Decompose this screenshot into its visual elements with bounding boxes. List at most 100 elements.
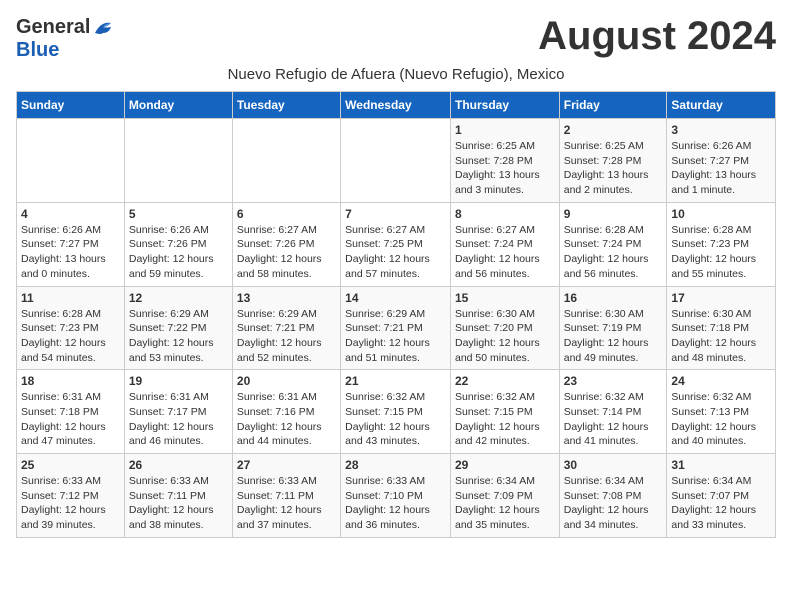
day-info: Sunrise: 6:34 AM Sunset: 7:09 PM Dayligh… [455,474,555,533]
calendar-cell: 9 Sunrise: 6:28 AM Sunset: 7:24 PM Daylig… [559,202,667,286]
day-number: 28 [345,458,446,472]
calendar-cell: 20 Sunrise: 6:31 AM Sunset: 7:16 PM Dayli… [232,370,340,454]
day-number: 14 [345,291,446,305]
day-info: Sunrise: 6:34 AM Sunset: 7:08 PM Dayligh… [564,474,663,533]
day-info: Sunrise: 6:33 AM Sunset: 7:11 PM Dayligh… [237,474,336,533]
day-number: 20 [237,374,336,388]
day-info: Sunrise: 6:32 AM Sunset: 7:15 PM Dayligh… [455,390,555,449]
calendar-cell: 1 Sunrise: 6:25 AM Sunset: 7:28 PM Daylig… [450,119,559,203]
calendar-cell [232,119,340,203]
calendar-cell: 5 Sunrise: 6:26 AM Sunset: 7:26 PM Daylig… [124,202,232,286]
calendar-week-4: 18 Sunrise: 6:31 AM Sunset: 7:18 PM Dayli… [17,370,776,454]
day-info: Sunrise: 6:29 AM Sunset: 7:22 PM Dayligh… [129,307,228,366]
day-number: 10 [671,207,771,221]
day-header-friday: Friday [559,92,667,119]
day-number: 21 [345,374,446,388]
calendar-cell: 25 Sunrise: 6:33 AM Sunset: 7:12 PM Dayli… [17,454,125,538]
calendar-cell: 28 Sunrise: 6:33 AM Sunset: 7:10 PM Dayli… [341,454,451,538]
day-number: 4 [21,207,120,221]
calendar-cell: 2 Sunrise: 6:25 AM Sunset: 7:28 PM Daylig… [559,119,667,203]
calendar-cell: 16 Sunrise: 6:30 AM Sunset: 7:19 PM Dayli… [559,286,667,370]
calendar-cell: 27Sunrise: 6:33 AM Sunset: 7:11 PM Dayli… [232,454,340,538]
day-info: Sunrise: 6:29 AM Sunset: 7:21 PM Dayligh… [345,307,446,366]
day-number: 31 [671,458,771,472]
day-header-wednesday: Wednesday [341,92,451,119]
day-number: 5 [129,207,228,221]
day-header-sunday: Sunday [17,92,125,119]
calendar-cell: 19 Sunrise: 6:31 AM Sunset: 7:17 PM Dayli… [124,370,232,454]
calendar-cell: 31 Sunrise: 6:34 AM Sunset: 7:07 PM Dayli… [667,454,776,538]
calendar-cell: 30 Sunrise: 6:34 AM Sunset: 7:08 PM Dayli… [559,454,667,538]
day-info: Sunrise: 6:28 AM Sunset: 7:23 PM Dayligh… [21,307,120,366]
day-number: 6 [237,207,336,221]
day-number: 8 [455,207,555,221]
day-number: 22 [455,374,555,388]
day-number: 1 [455,123,555,137]
calendar-cell [17,119,125,203]
day-number: 24 [671,374,771,388]
calendar-cell: 24 Sunrise: 6:32 AM Sunset: 7:13 PM Dayli… [667,370,776,454]
calendar-body: 1 Sunrise: 6:25 AM Sunset: 7:28 PM Daylig… [17,119,776,538]
calendar-week-2: 4Sunrise: 6:26 AM Sunset: 7:27 PM Daylig… [17,202,776,286]
day-info: Sunrise: 6:30 AM Sunset: 7:20 PM Dayligh… [455,307,555,366]
day-number: 19 [129,374,228,388]
day-info: Sunrise: 6:27 AM Sunset: 7:25 PM Dayligh… [345,223,446,282]
calendar-cell: 23 Sunrise: 6:32 AM Sunset: 7:14 PM Dayli… [559,370,667,454]
calendar-cell: 26Sunrise: 6:33 AM Sunset: 7:11 PM Dayli… [124,454,232,538]
day-number: 17 [671,291,771,305]
day-header-thursday: Thursday [450,92,559,119]
day-info: Sunrise: 6:32 AM Sunset: 7:13 PM Dayligh… [671,390,771,449]
day-number: 16 [564,291,663,305]
day-number: 9 [564,207,663,221]
day-info: Sunrise: 6:31 AM Sunset: 7:16 PM Dayligh… [237,390,336,449]
logo-blue: Blue [16,39,59,62]
logo-bird-icon [93,19,115,37]
calendar-table: SundayMondayTuesdayWednesdayThursdayFrid… [16,91,776,538]
day-info: Sunrise: 6:28 AM Sunset: 7:24 PM Dayligh… [564,223,663,282]
calendar-cell: 6 Sunrise: 6:27 AM Sunset: 7:26 PM Daylig… [232,202,340,286]
day-number: 2 [564,123,663,137]
day-number: 12 [129,291,228,305]
calendar-cell: 7 Sunrise: 6:27 AM Sunset: 7:25 PM Daylig… [341,202,451,286]
day-info: Sunrise: 6:33 AM Sunset: 7:11 PM Dayligh… [129,474,228,533]
calendar-cell: 11 Sunrise: 6:28 AM Sunset: 7:23 PM Dayli… [17,286,125,370]
calendar-cell: 8Sunrise: 6:27 AM Sunset: 7:24 PM Daylig… [450,202,559,286]
day-number: 23 [564,374,663,388]
day-info: Sunrise: 6:32 AM Sunset: 7:14 PM Dayligh… [564,390,663,449]
day-info: Sunrise: 6:25 AM Sunset: 7:28 PM Dayligh… [455,139,555,198]
day-info: Sunrise: 6:30 AM Sunset: 7:19 PM Dayligh… [564,307,663,366]
day-number: 18 [21,374,120,388]
day-info: Sunrise: 6:29 AM Sunset: 7:21 PM Dayligh… [237,307,336,366]
day-number: 30 [564,458,663,472]
day-info: Sunrise: 6:26 AM Sunset: 7:26 PM Dayligh… [129,223,228,282]
day-info: Sunrise: 6:27 AM Sunset: 7:26 PM Dayligh… [237,223,336,282]
subtitle: Nuevo Refugio de Afuera (Nuevo Refugio),… [16,66,776,83]
day-info: Sunrise: 6:31 AM Sunset: 7:17 PM Dayligh… [129,390,228,449]
calendar-cell: 18 Sunrise: 6:31 AM Sunset: 7:18 PM Dayli… [17,370,125,454]
calendar-cell: 15 Sunrise: 6:30 AM Sunset: 7:20 PM Dayli… [450,286,559,370]
day-header-tuesday: Tuesday [232,92,340,119]
day-info: Sunrise: 6:31 AM Sunset: 7:18 PM Dayligh… [21,390,120,449]
day-header-saturday: Saturday [667,92,776,119]
day-info: Sunrise: 6:33 AM Sunset: 7:12 PM Dayligh… [21,474,120,533]
header: General Blue August 2024 [16,16,776,62]
calendar-cell [341,119,451,203]
logo: General Blue [16,16,115,62]
day-info: Sunrise: 6:34 AM Sunset: 7:07 PM Dayligh… [671,474,771,533]
calendar-cell: 22 Sunrise: 6:32 AM Sunset: 7:15 PM Dayli… [450,370,559,454]
calendar-week-1: 1 Sunrise: 6:25 AM Sunset: 7:28 PM Daylig… [17,119,776,203]
calendar-week-3: 11 Sunrise: 6:28 AM Sunset: 7:23 PM Dayli… [17,286,776,370]
calendar-cell: 21 Sunrise: 6:32 AM Sunset: 7:15 PM Dayli… [341,370,451,454]
day-info: Sunrise: 6:25 AM Sunset: 7:28 PM Dayligh… [564,139,663,198]
day-info: Sunrise: 6:33 AM Sunset: 7:10 PM Dayligh… [345,474,446,533]
day-number: 11 [21,291,120,305]
calendar-header-row: SundayMondayTuesdayWednesdayThursdayFrid… [17,92,776,119]
calendar-cell: 4Sunrise: 6:26 AM Sunset: 7:27 PM Daylig… [17,202,125,286]
day-number: 29 [455,458,555,472]
logo-general: General [16,16,90,39]
day-info: Sunrise: 6:32 AM Sunset: 7:15 PM Dayligh… [345,390,446,449]
day-number: 25 [21,458,120,472]
calendar-cell: 12 Sunrise: 6:29 AM Sunset: 7:22 PM Dayli… [124,286,232,370]
day-number: 7 [345,207,446,221]
day-number: 15 [455,291,555,305]
